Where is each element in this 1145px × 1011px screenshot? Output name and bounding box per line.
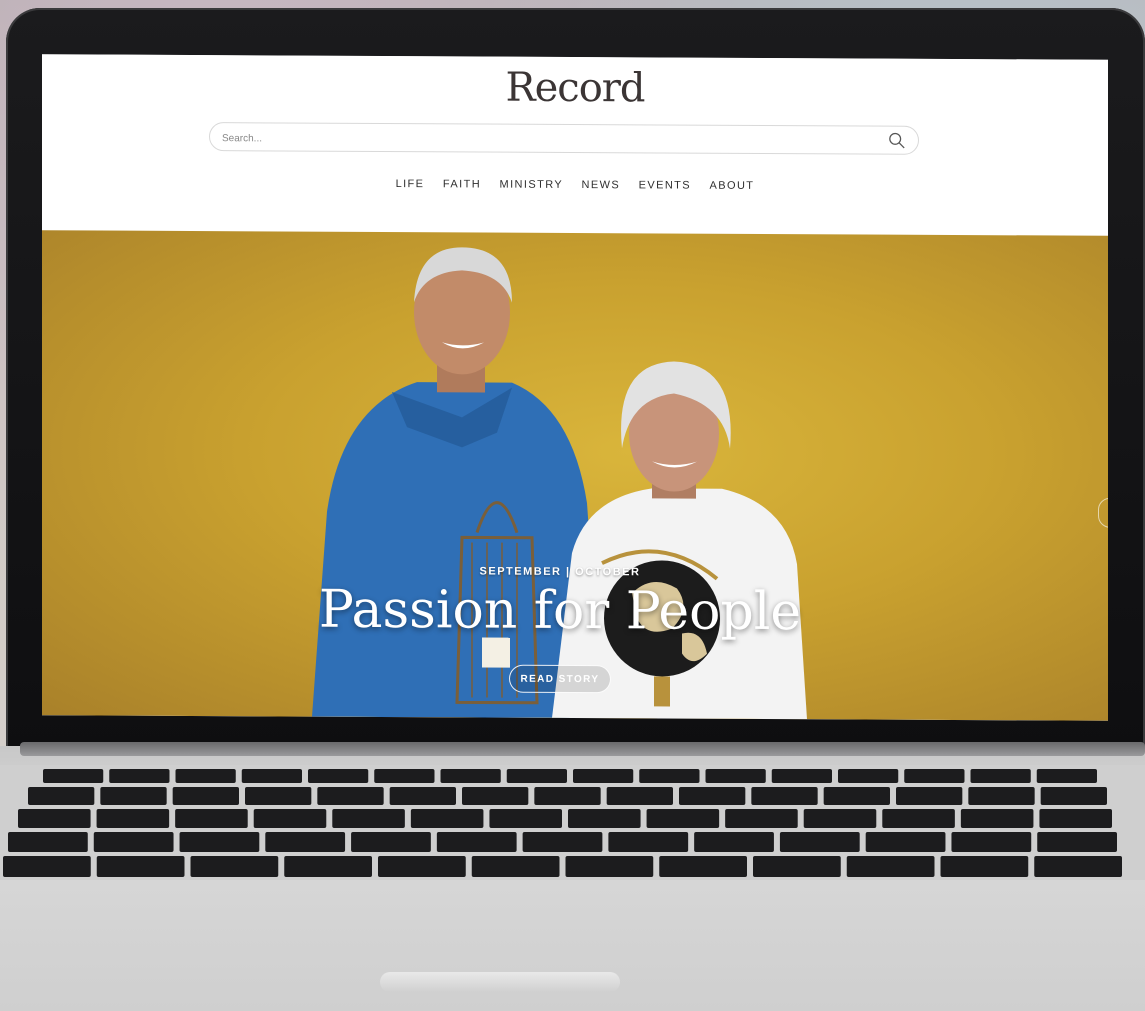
keyboard-key	[779, 832, 860, 852]
laptop-screen: Record LIFE FAITH MINISTRY NEWS EVENTS A…	[42, 54, 1108, 721]
keyboard-key	[823, 787, 890, 805]
keyboard-key	[93, 832, 174, 852]
keyboard-key	[506, 769, 567, 783]
keyboard-key	[109, 769, 170, 783]
keyboard-key	[351, 832, 431, 852]
keyboard-key	[753, 856, 841, 877]
keyboard-key	[565, 856, 654, 877]
keyboard-key	[534, 787, 601, 805]
laptop-photo-scene: Record LIFE FAITH MINISTRY NEWS EVENTS A…	[0, 0, 1145, 1011]
keyboard-key	[951, 832, 1032, 852]
keyboard-key	[440, 769, 501, 783]
keyboard-key	[846, 856, 935, 877]
keyboard-key	[803, 809, 877, 828]
keyboard-key	[904, 769, 965, 783]
keyboard-key	[265, 832, 346, 852]
hero-photo-man	[312, 247, 602, 719]
keyboard-key	[489, 809, 562, 828]
keyboard-key	[1039, 809, 1112, 828]
nav-item-about[interactable]: ABOUT	[710, 180, 755, 192]
keyboard-key	[241, 769, 302, 783]
keyboard-key	[1040, 787, 1107, 805]
keyboard-key	[378, 856, 466, 877]
keyboard-key	[608, 832, 689, 852]
keyboard-key	[1034, 856, 1122, 877]
keyboard-key	[522, 832, 603, 852]
read-story-button[interactable]: READ STORY	[509, 664, 611, 694]
keyboard-key	[568, 809, 641, 828]
keyboard-key	[970, 769, 1031, 783]
keyboard-key	[646, 809, 720, 828]
keyboard-key	[245, 787, 312, 805]
nav-item-events[interactable]: EVENTS	[639, 179, 691, 191]
site-header: Record LIFE FAITH MINISTRY NEWS EVENTS A…	[42, 54, 1108, 238]
keyboard-key	[389, 787, 456, 805]
keyboard-key	[882, 809, 955, 828]
keyboard-key	[896, 787, 963, 805]
keyboard-key	[332, 809, 405, 828]
keyboard-key	[175, 809, 248, 828]
hero-banner: SEPTEMBER | OCTOBER Passion for People R…	[42, 230, 1108, 721]
keyboard-key	[3, 856, 91, 877]
keyboard-key	[374, 769, 435, 783]
keyboard-key	[771, 769, 832, 783]
site-logo[interactable]: Record	[42, 62, 1108, 114]
keyboard-key	[28, 787, 95, 805]
keyboard-key	[659, 856, 747, 877]
nav-item-faith[interactable]: FAITH	[443, 178, 481, 190]
keyboard-key	[175, 769, 236, 783]
keyboard-key	[462, 787, 529, 805]
keyboard-key	[8, 832, 88, 852]
keyboard-key	[751, 787, 818, 805]
keyboard-key	[960, 809, 1034, 828]
keyboard-key	[410, 809, 484, 828]
keyboard-key	[172, 787, 239, 805]
keyboard-key	[1036, 769, 1097, 783]
keyboard-key	[639, 769, 700, 783]
keyboard-key	[18, 809, 91, 828]
hero-title: Passion for People	[318, 579, 802, 643]
keyboard-key	[694, 832, 774, 852]
keyboard-key	[253, 809, 327, 828]
keyboard-key	[471, 856, 560, 877]
keyboard-key	[606, 787, 673, 805]
keyboard-key	[968, 787, 1035, 805]
keyboard-key	[100, 787, 167, 805]
keyboard-key	[317, 787, 384, 805]
keyboard-key	[865, 832, 946, 852]
keyboard-key	[725, 809, 798, 828]
keyboard-key	[838, 769, 899, 783]
keyboard-key	[705, 769, 766, 783]
keyboard-key	[573, 769, 634, 783]
main-nav: LIFE FAITH MINISTRY NEWS EVENTS ABOUT	[42, 176, 1108, 194]
keyboard-key	[436, 832, 517, 852]
laptop-keyboard	[0, 765, 1145, 880]
keyboard-key	[940, 856, 1029, 877]
nav-item-ministry[interactable]: MINISTRY	[500, 179, 564, 191]
trackpad-edge	[380, 972, 620, 992]
nav-item-news[interactable]: NEWS	[582, 179, 621, 191]
keyboard-key	[96, 809, 170, 828]
keyboard-key	[284, 856, 372, 877]
keyboard-key	[308, 769, 369, 783]
keyboard-key	[96, 856, 185, 877]
search-input[interactable]	[220, 127, 874, 153]
keyboard-key	[1037, 832, 1117, 852]
keyboard-key	[190, 856, 279, 877]
keyboard-key	[179, 832, 260, 852]
search-bar[interactable]	[209, 122, 919, 155]
search-icon[interactable]	[888, 132, 906, 150]
keyboard-key	[43, 769, 104, 783]
laptop-hinge	[20, 742, 1145, 756]
nav-item-life[interactable]: LIFE	[396, 178, 425, 190]
keyboard-key	[679, 787, 746, 805]
hero-photo	[312, 247, 807, 720]
